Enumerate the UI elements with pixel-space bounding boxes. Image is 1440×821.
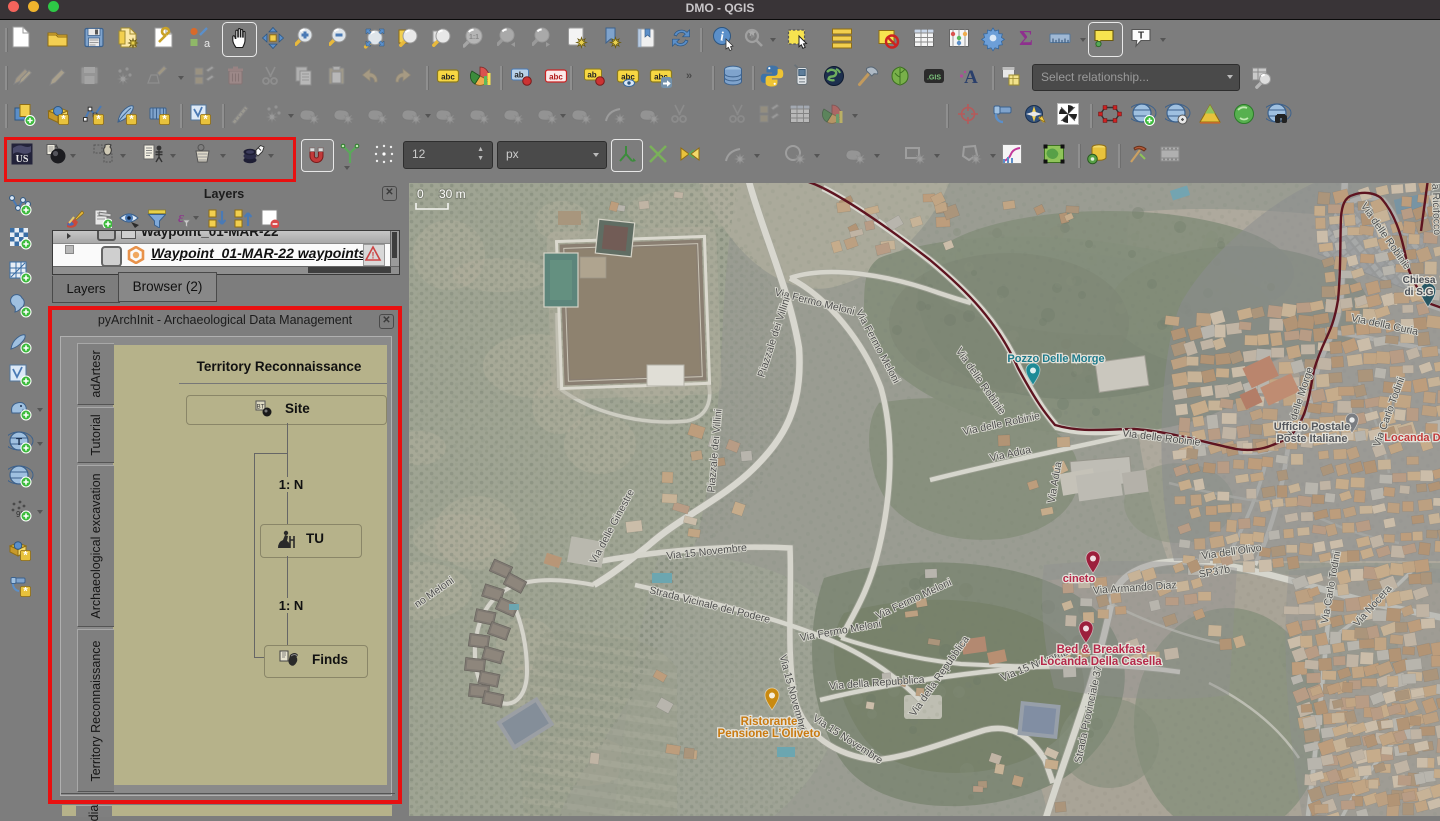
svg-text:ab: ab: [587, 71, 596, 80]
svg-text:Σ: Σ: [1019, 26, 1033, 50]
svg-text:!: !: [372, 251, 375, 261]
svg-text:ε: ε: [178, 210, 184, 226]
svg-text:.GIS: .GIS: [927, 75, 941, 82]
svg-text:*: *: [162, 114, 167, 126]
svg-text:Locanda Del: Locanda Del: [1384, 432, 1440, 444]
svg-text:a: a: [204, 38, 211, 50]
svg-text:*: *: [96, 114, 101, 126]
svg-text:*: *: [23, 586, 28, 598]
svg-text:abc: abc: [549, 73, 563, 82]
svg-text:ab: ab: [514, 71, 523, 80]
svg-text:Bed & Breakfast: Bed & Breakfast: [1057, 644, 1146, 656]
svg-text:i: i: [720, 29, 724, 44]
svg-text:Ufficio Postale: Ufficio Postale: [1274, 421, 1350, 433]
svg-text:US: US: [16, 154, 29, 165]
svg-text:T: T: [1138, 31, 1144, 42]
svg-text:0: 0: [417, 187, 424, 201]
svg-text:Poste Italiane: Poste Italiane: [1277, 433, 1348, 445]
svg-text:Pozzo Delle Morge: Pozzo Delle Morge: [1007, 353, 1104, 365]
svg-text:di S.G: di S.G: [1405, 287, 1434, 298]
svg-text:Ristorante: Ristorante: [741, 716, 798, 728]
svg-text:30 m: 30 m: [439, 187, 466, 201]
svg-text:*: *: [23, 550, 28, 562]
svg-text:cineto: cineto: [1063, 573, 1096, 585]
svg-text:Locanda Della Casella: Locanda Della Casella: [1040, 656, 1162, 668]
svg-text:1:1: 1:1: [469, 34, 479, 41]
svg-text:A: A: [964, 67, 978, 88]
svg-text:*: *: [129, 114, 134, 126]
svg-text:*: *: [203, 114, 208, 126]
svg-text:Pensione L’Oliveto: Pensione L’Oliveto: [718, 728, 821, 740]
svg-text:Chiesa: Chiesa: [1403, 275, 1436, 286]
svg-text:abc: abc: [441, 73, 455, 82]
svg-text:*: *: [61, 114, 66, 126]
